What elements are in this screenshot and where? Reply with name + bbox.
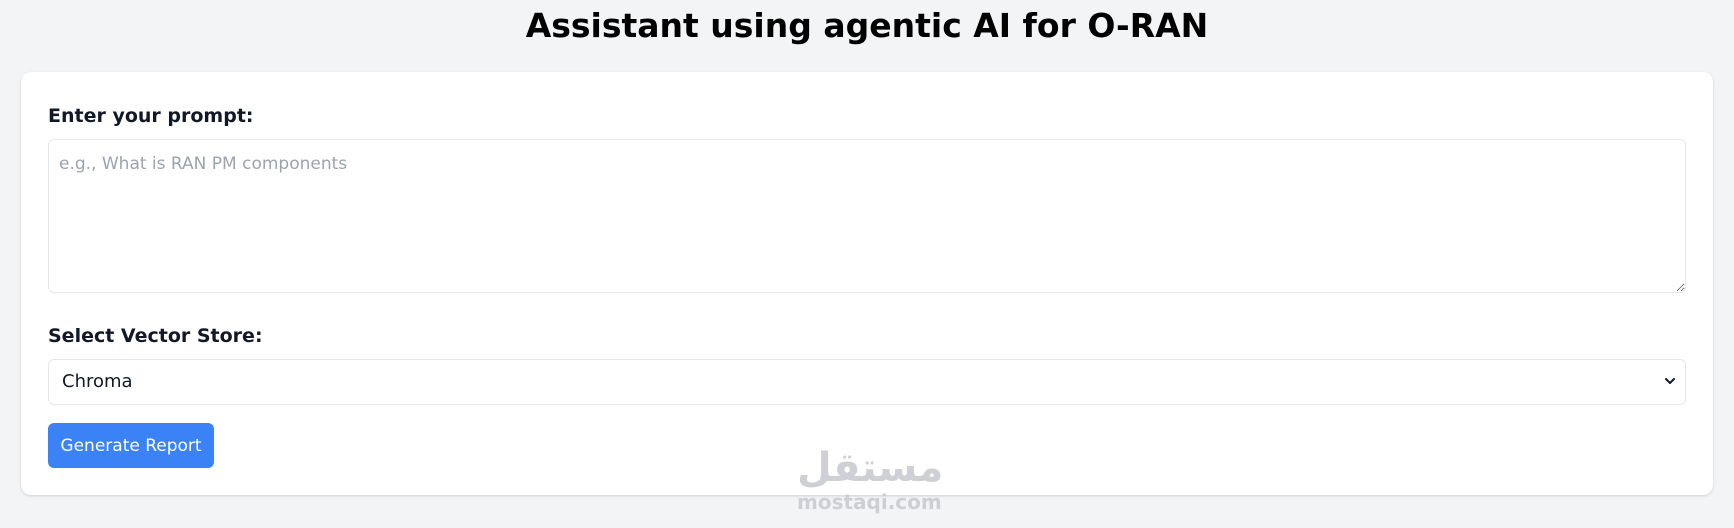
vector-store-label: Select Vector Store: <box>48 325 263 347</box>
prompt-label: Enter your prompt: <box>48 105 254 127</box>
page-title: Assistant using agentic AI for O-RAN <box>525 6 1209 45</box>
chevron-down-icon <box>1665 378 1675 384</box>
vector-store-selected-value: Chroma <box>62 371 133 392</box>
prompt-input[interactable] <box>48 139 1686 293</box>
generate-report-button[interactable]: Generate Report <box>48 423 214 468</box>
form-card: Enter your prompt: Select Vector Store: … <box>21 72 1713 495</box>
vector-store-select[interactable]: Chroma <box>48 359 1686 405</box>
page: Assistant using agentic AI for O-RAN Ent… <box>0 0 1734 528</box>
